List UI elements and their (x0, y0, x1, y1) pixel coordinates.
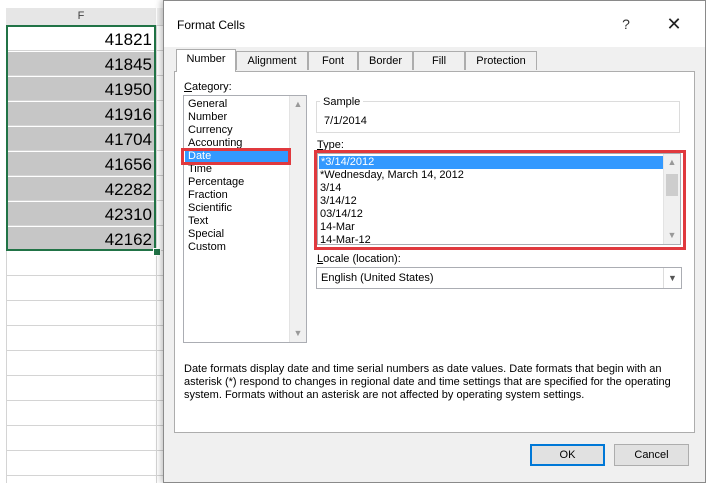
category-list[interactable]: General Number Currency Accounting Date … (183, 95, 307, 343)
locale-label: Locale (location): (317, 253, 401, 265)
grid-line (6, 200, 172, 201)
format-cells-dialog: Format Cells ? ✕ Number Alignment Font B… (163, 0, 706, 483)
tab-alignment[interactable]: Alignment (236, 51, 308, 70)
category-label: Category: (184, 81, 232, 93)
category-item-date[interactable]: Date (185, 150, 291, 163)
help-button[interactable]: ? (616, 13, 636, 35)
scroll-down-icon[interactable]: ▼ (290, 325, 306, 342)
category-item-scientific[interactable]: Scientific (188, 202, 232, 215)
column-header-f[interactable]: F (6, 8, 156, 26)
sample-value: 7/1/2014 (324, 115, 367, 127)
type-label: Type: (317, 139, 344, 151)
ok-button[interactable]: OK (530, 444, 605, 466)
fill-handle[interactable] (153, 248, 161, 256)
type-scrollbar[interactable]: ▲ ▼ (663, 154, 680, 244)
cancel-button[interactable]: Cancel (614, 444, 689, 466)
grid-line (6, 100, 172, 101)
category-item-accounting[interactable]: Accounting (188, 137, 242, 150)
grid-line (6, 350, 172, 351)
tab-border[interactable]: Border (358, 51, 413, 70)
grid-line (6, 475, 172, 476)
cell-value[interactable]: 42162 (8, 227, 156, 251)
cell-value[interactable]: 42282 (8, 177, 156, 201)
cell-value[interactable]: 41845 (8, 52, 156, 76)
category-item-text[interactable]: Text (188, 215, 208, 228)
close-button[interactable]: ✕ (661, 12, 687, 36)
cell-value[interactable]: 41704 (8, 127, 156, 151)
category-item-currency[interactable]: Currency (188, 124, 233, 137)
tab-fill[interactable]: Fill (413, 51, 465, 70)
category-item-custom[interactable]: Custom (188, 241, 226, 254)
tab-protection[interactable]: Protection (465, 51, 537, 70)
category-item-time[interactable]: Time (188, 163, 212, 176)
grid-line (6, 250, 172, 251)
grid-line (6, 25, 172, 26)
type-item[interactable]: 14-Mar (320, 221, 355, 234)
grid-line (6, 125, 172, 126)
grid-line (6, 300, 172, 301)
type-item[interactable]: *3/14/2012 (319, 156, 664, 169)
type-item[interactable]: 3/14 (320, 182, 341, 195)
grid-line (6, 175, 172, 176)
grid-line (6, 25, 7, 483)
cell-value[interactable]: 42310 (8, 202, 156, 226)
type-item[interactable]: 03/14/12 (320, 208, 363, 221)
category-item-fraction[interactable]: Fraction (188, 189, 228, 202)
category-item-percentage[interactable]: Percentage (188, 176, 244, 189)
scroll-up-icon[interactable]: ▲ (290, 96, 306, 113)
grid-line (6, 50, 172, 51)
type-item[interactable]: 3/14/12 (320, 195, 357, 208)
grid-line (6, 375, 172, 376)
cell-value[interactable]: 41821 (8, 27, 156, 51)
cell-value[interactable]: 41656 (8, 152, 156, 176)
scroll-down-icon[interactable]: ▼ (664, 227, 680, 244)
scroll-up-icon[interactable]: ▲ (664, 154, 680, 171)
tab-number[interactable]: Number (176, 49, 236, 72)
category-item-number[interactable]: Number (188, 111, 227, 124)
category-item-general[interactable]: General (188, 98, 227, 111)
format-description: Date formats display date and time seria… (184, 363, 671, 401)
type-item[interactable]: 14-Mar-12 (320, 234, 371, 247)
sample-group (316, 101, 680, 133)
scroll-thumb[interactable] (666, 174, 678, 196)
category-scrollbar[interactable]: ▲ ▼ (289, 96, 306, 342)
type-list[interactable]: *3/14/2012 *Wednesday, March 14, 2012 3/… (317, 153, 681, 247)
grid-line (6, 225, 172, 226)
cell-value[interactable]: 41916 (8, 102, 156, 126)
type-item[interactable]: *Wednesday, March 14, 2012 (320, 169, 464, 182)
grid-line (6, 400, 172, 401)
dialog-title: Format Cells (177, 18, 246, 32)
sample-label: Sample (320, 96, 364, 108)
tab-font[interactable]: Font (308, 51, 358, 70)
locale-select[interactable]: English (United States) ▼ (316, 267, 682, 289)
chevron-down-icon[interactable]: ▼ (663, 268, 681, 288)
grid-line (6, 150, 172, 151)
grid-line (6, 325, 172, 326)
grid-line (6, 450, 172, 451)
grid-line (6, 75, 172, 76)
dialog-titlebar: Format Cells ? ✕ (164, 1, 705, 47)
grid-line (6, 275, 172, 276)
grid-line (6, 425, 172, 426)
cell-value[interactable]: 41950 (8, 77, 156, 101)
locale-value: English (United States) (321, 272, 434, 284)
category-item-special[interactable]: Special (188, 228, 224, 241)
